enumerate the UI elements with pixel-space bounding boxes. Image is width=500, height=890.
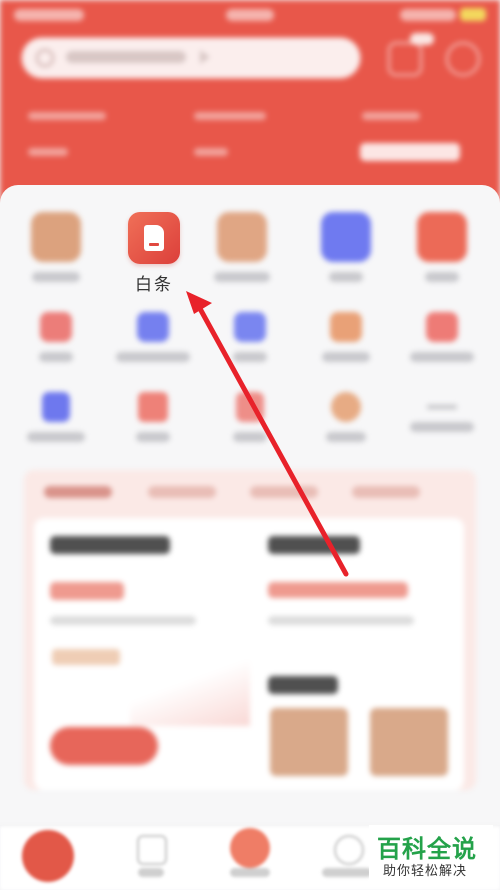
- finance-rate: [50, 582, 124, 600]
- message-badge: [410, 33, 434, 45]
- battery-percent: [400, 9, 456, 21]
- grid-icon-7: [137, 312, 169, 342]
- grid-icon-11: [42, 392, 70, 422]
- grid-label-10: [410, 352, 474, 362]
- asset-value-3[interactable]: [360, 143, 460, 161]
- grid-item-12[interactable]: [113, 392, 193, 442]
- more-icon: [427, 405, 457, 409]
- grid-label-1: [32, 272, 80, 282]
- grid-item-15[interactable]: [402, 392, 482, 432]
- grid-label-12: [136, 432, 170, 442]
- search-input[interactable]: [22, 38, 360, 78]
- grid-label-3: [214, 272, 270, 282]
- grid-icon-6: [40, 312, 72, 342]
- carrier-signal: [14, 9, 84, 21]
- finance-chart: [130, 656, 250, 726]
- status-bar: [0, 0, 500, 30]
- grid-item-4[interactable]: [306, 212, 386, 282]
- grid-label-6: [39, 352, 73, 362]
- finance-desc-left: [50, 616, 196, 625]
- grid-label-4: [329, 272, 363, 282]
- voice-icon[interactable]: [200, 50, 210, 64]
- grid-item-14[interactable]: [306, 392, 386, 442]
- tab-4-icon[interactable]: [334, 835, 364, 865]
- finance-tile-1[interactable]: [270, 708, 348, 776]
- grid-item-8[interactable]: [210, 312, 290, 362]
- grid-label-15: [410, 422, 474, 432]
- finance-desc-right: [268, 616, 414, 625]
- search-placeholder: [66, 51, 186, 63]
- grid-item-6[interactable]: [16, 312, 96, 362]
- grid-label-5: [425, 272, 459, 282]
- grid-label-9: [322, 352, 370, 362]
- baitiao-label[interactable]: 白条: [120, 270, 188, 295]
- grid-icon-4: [321, 212, 371, 262]
- grid-item-13[interactable]: [210, 392, 290, 442]
- asset-value-2[interactable]: [194, 148, 228, 156]
- grid-item-11[interactable]: [16, 392, 96, 442]
- finance-title-right: [268, 536, 360, 554]
- watermark-title: 百科全说: [377, 835, 477, 863]
- tab-4-label: [322, 868, 372, 877]
- finance-tab-2[interactable]: [148, 486, 216, 498]
- grid-icon-1: [31, 212, 81, 262]
- grid-item-5[interactable]: [402, 212, 482, 282]
- grid-label-7: [116, 352, 190, 362]
- watermark: 百科全说 助你轻松解决: [369, 825, 493, 883]
- search-icon: [36, 49, 54, 67]
- baitiao-icon[interactable]: [128, 212, 180, 264]
- grid-label-11: [27, 432, 85, 442]
- finance-tab-1[interactable]: [44, 486, 112, 498]
- tab-home[interactable]: [22, 830, 74, 882]
- grid-icon-12: [138, 392, 168, 422]
- app-header: [0, 0, 500, 205]
- asset-label-1: [28, 112, 106, 120]
- grid-icon-9: [330, 312, 362, 342]
- grid-icon-8: [234, 312, 266, 342]
- finance-tile-2[interactable]: [370, 708, 448, 776]
- finance-tab-4[interactable]: [352, 486, 420, 498]
- grid-icon-5: [417, 212, 467, 262]
- tab-2-label: [138, 868, 164, 877]
- tab-3-icon[interactable]: [230, 828, 270, 868]
- grid-label-14: [326, 432, 366, 442]
- grid-item-7[interactable]: [113, 312, 193, 362]
- grid-icon-13: [236, 392, 264, 422]
- grid-label-13: [233, 432, 267, 442]
- clock: [226, 9, 274, 21]
- finance-subtitle-right: [268, 676, 338, 694]
- card-glyph-icon: [144, 225, 164, 251]
- settings-icon[interactable]: [446, 42, 480, 76]
- asset-value-1[interactable]: [28, 148, 68, 156]
- grid-item-1[interactable]: [16, 212, 96, 282]
- tab-2-icon[interactable]: [137, 835, 167, 865]
- finance-tab-3[interactable]: [250, 486, 318, 498]
- message-icon[interactable]: [388, 42, 422, 76]
- finance-highlight-right: [268, 582, 408, 598]
- finance-tag: [52, 649, 120, 665]
- grid-item-9[interactable]: [306, 312, 386, 362]
- grid-label-8: [233, 352, 267, 362]
- asset-label-3: [362, 112, 420, 120]
- battery-icon: [460, 8, 486, 21]
- grid-icon-10: [426, 312, 458, 342]
- grid-icon-3: [217, 212, 267, 262]
- finance-title-left: [50, 536, 170, 554]
- watermark-subtitle: 助你轻松解决: [383, 864, 468, 879]
- tab-3-label: [230, 868, 270, 877]
- grid-icon-14: [331, 392, 361, 422]
- finance-buy-button[interactable]: [50, 727, 158, 765]
- grid-item-3[interactable]: [202, 212, 282, 282]
- grid-item-10[interactable]: [402, 312, 482, 362]
- asset-label-2: [194, 112, 266, 120]
